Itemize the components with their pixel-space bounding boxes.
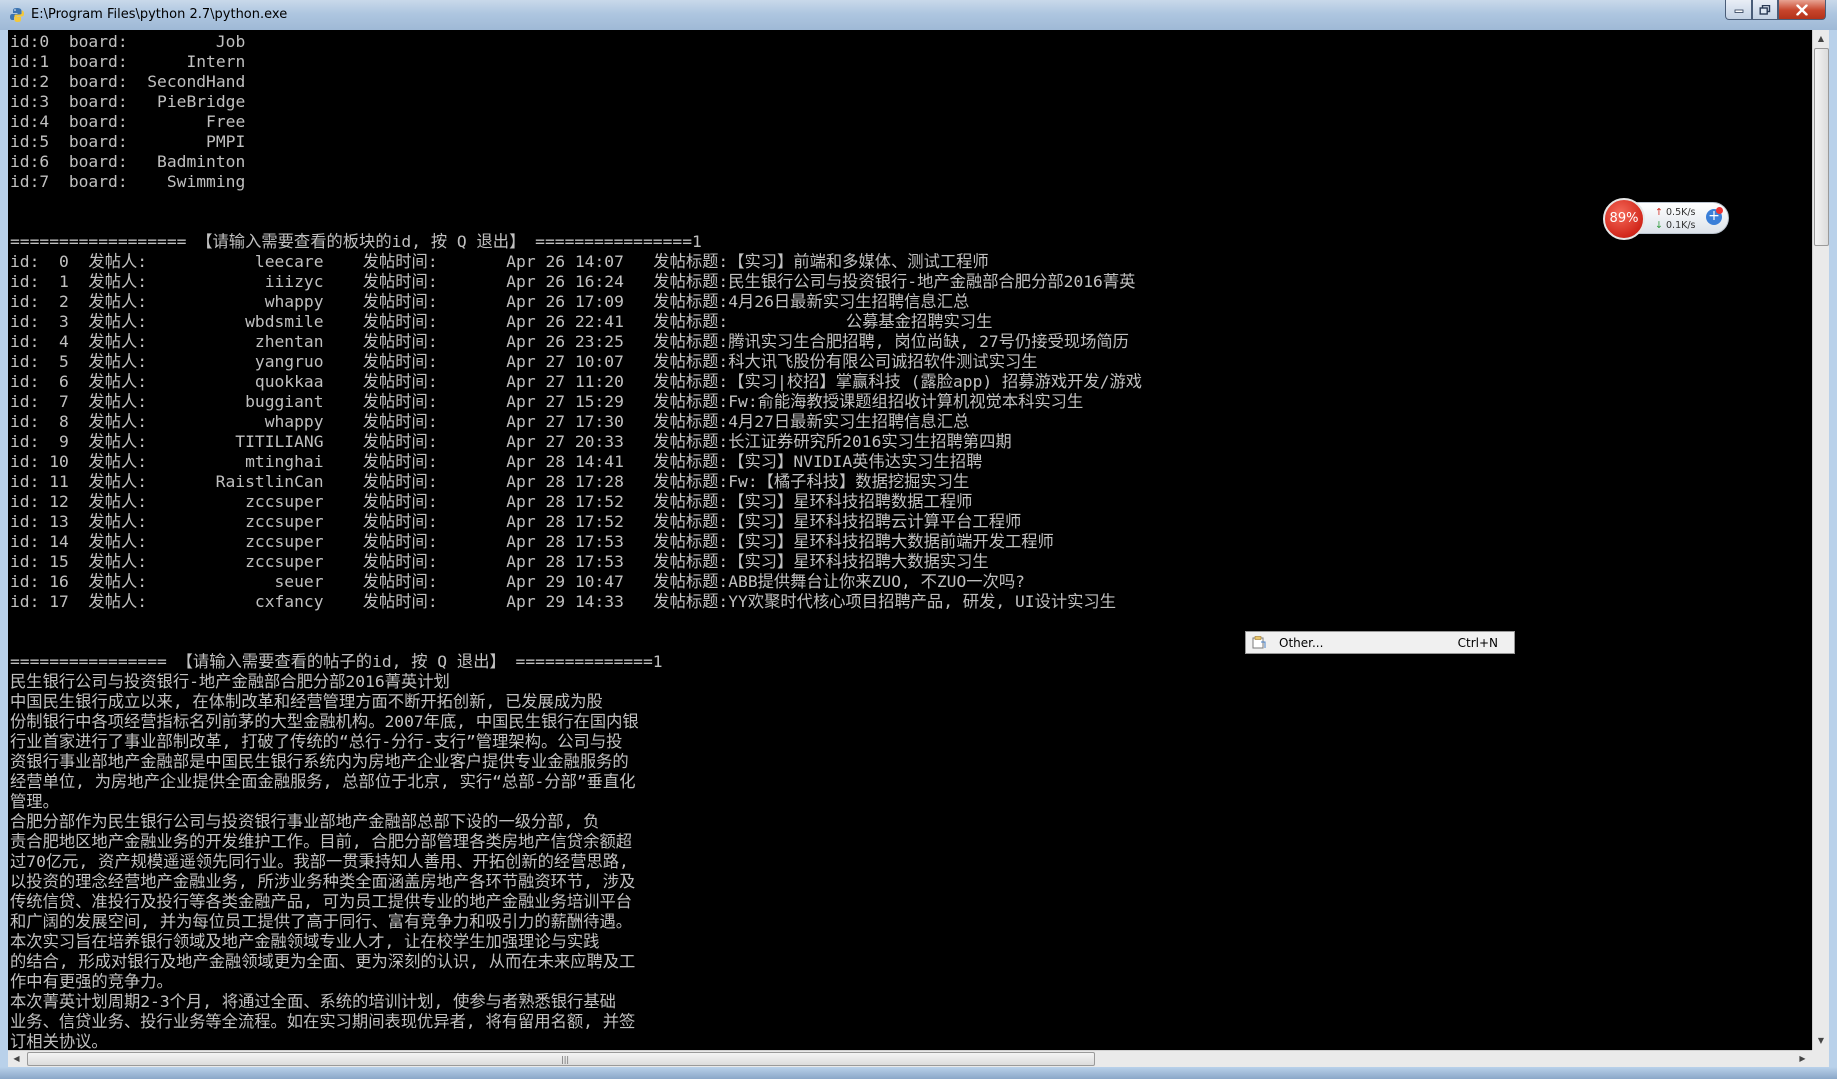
window-title: E:\Program Files\python 2.7\python.exe [31, 7, 288, 22]
console-line: 民生银行公司与投资银行-地产金融部合肥分部2016菁英计划 [10, 672, 450, 691]
console-line: 本次菁英计划周期2-3个月, 将通过全面、系统的培训计划, 使参与者熟悉银行基础 [10, 992, 616, 1011]
window-bottom-frame [0, 1067, 1837, 1079]
menu-item-other[interactable]: Other... [1279, 636, 1323, 650]
console-line: id:5 board: PMPI [10, 132, 246, 151]
console-line: 资银行事业部地产金融部是中国民生银行系统内为房地产企业客户提供专业金融服务的 [10, 752, 629, 771]
menu-item-icon [1252, 636, 1266, 649]
console-line: 订相关协议。 [10, 1032, 108, 1050]
console-line: id: 16 发帖人: seuer 发帖时间: Apr 29 10:47 发帖标… [10, 572, 1025, 591]
console-line: id: 3 发帖人: wbdsmile 发帖时间: Apr 26 22:41 发… [10, 312, 993, 331]
menu-item-shortcut: Ctrl+N [1457, 636, 1498, 650]
console-line: id:1 board: Intern [10, 52, 246, 71]
close-button[interactable] [1778, 0, 1826, 20]
console-line: 经营单位, 为房地产企业提供全面金融服务, 总部位于北京, 实行“总部-分部”垂… [10, 772, 636, 791]
minimize-icon [1734, 9, 1743, 13]
console-line: id: 1 发帖人: iiizyc 发帖时间: Apr 26 16:24 发帖标… [10, 272, 1136, 291]
context-menu[interactable]: Other... Ctrl+N [1245, 631, 1515, 654]
console-line: 业务、信贷业务、投行业务等全流程。如在实习期间表现优异者, 将有留用名额, 并签 [10, 1012, 636, 1031]
console-line: id: 7 发帖人: buggiant 发帖时间: Apr 27 15:29 发… [10, 392, 1084, 411]
close-icon [1796, 4, 1808, 15]
console-window: E:\Program Files\python 2.7\python.exe i… [0, 0, 1837, 1079]
upload-speed: ↑ 0.5K/s [1655, 207, 1696, 218]
console-line: id: 6 发帖人: quokkaa 发帖时间: Apr 27 11:20 发帖… [10, 372, 1143, 391]
console-line: id: 17 发帖人: cxfancy 发帖时间: Apr 29 14:33 发… [10, 592, 1116, 611]
notification-dot [1716, 207, 1723, 214]
console-line: 以投资的理念经营地产金融业务, 所涉业务种类全面涵盖房地产各环节融资环节, 涉及 [10, 872, 636, 891]
console-line: 份制银行中各项经营指标名列前茅的大型金融机构。2007年底, 中国民生银行在国内… [10, 712, 639, 731]
console-line: id: 0 发帖人: leecare 发帖时间: Apr 26 14:07 发帖… [10, 252, 989, 271]
console-line: 中国民生银行成立以来, 在体制改革和经营管理方面不断开拓创新, 已发展成为股 [10, 692, 603, 711]
scroll-down-icon[interactable]: ▼ [1813, 1032, 1829, 1049]
scroll-up-icon[interactable]: ▲ [1813, 30, 1829, 47]
upload-speed-value: 0.5K/s [1666, 207, 1696, 218]
console-line: ================ 【请输入需要查看的帖子的id, 按 Q 退出】… [10, 652, 663, 671]
horizontal-scrollbar[interactable]: ◀ ||| ▶ [8, 1050, 1812, 1067]
console-line: 传统信贷、准投行及投行等各类金融产品, 可为员工提供专业的地产金融业务培训平台 [10, 892, 633, 911]
console-line: id: 4 发帖人: zhentan 发帖时间: Apr 26 23:25 发帖… [10, 332, 1129, 351]
console-line: id: 10 发帖人: mtinghai 发帖时间: Apr 28 14:41 … [10, 452, 983, 471]
console-output[interactable]: id:0 board: Job id:1 board: Intern id:2 bo… [8, 30, 1812, 1050]
console-line: id: 11 发帖人: RaistlinCan 发帖时间: Apr 28 17:… [10, 472, 970, 491]
download-speed: ↓ 0.1K/s [1655, 220, 1696, 231]
console-line: id:0 board: Job [10, 32, 246, 51]
console-line: id: 12 发帖人: zccsuper 发帖时间: Apr 28 17:52 … [10, 492, 973, 511]
network-speed-widget[interactable]: 89% ↑ 0.5K/s ↓ 0.1K/s + [1603, 198, 1729, 242]
upload-arrow-icon: ↑ [1655, 207, 1663, 218]
console-line: id:7 board: Swimming [10, 172, 246, 191]
console-line: id: 14 发帖人: zccsuper 发帖时间: Apr 28 17:53 … [10, 532, 1054, 551]
console-line: 管理。 [10, 792, 59, 811]
usage-percent: 89% [1603, 198, 1645, 240]
console-line: 和广阔的发展空间, 并为每位员工提供了高于同行、富有竞争力和吸引力的薪酬待遇。 [10, 912, 633, 931]
console-line: id:2 board: SecondHand [10, 72, 246, 91]
console-lines: id:0 board: Job id:1 board: Intern id:2 bo… [10, 32, 1142, 1050]
console-line: id: 13 发帖人: zccsuper 发帖时间: Apr 28 17:52 … [10, 512, 1022, 531]
grip-icon: ||| [561, 1055, 570, 1064]
console-line: 合肥分部作为民生银行公司与投资银行事业部地产金融部总部下设的一级分部, 负 [10, 812, 600, 831]
console-line: ================== 【请输入需要查看的板块的id, 按 Q 退… [10, 232, 702, 251]
maximize-icon [1759, 4, 1771, 15]
console-line: id:3 board: PieBridge [10, 92, 246, 111]
console-line: id: 2 发帖人: whappy 发帖时间: Apr 26 17:09 发帖标… [10, 292, 970, 311]
console-line: id: 5 发帖人: yangruo 发帖时间: Apr 27 10:07 发帖… [10, 352, 1038, 371]
minimize-button[interactable] [1725, 0, 1752, 20]
console-line: id:6 board: Badminton [10, 152, 246, 171]
console-line: id: 9 发帖人: TITILIANG 发帖时间: Apr 27 20:33 … [10, 432, 1012, 451]
console-line: id: 15 发帖人: zccsuper 发帖时间: Apr 28 17:53 … [10, 552, 989, 571]
horizontal-scroll-thumb[interactable]: ||| [27, 1052, 1095, 1066]
scroll-left-icon[interactable]: ◀ [8, 1051, 25, 1067]
console-line: id:4 board: Free [10, 112, 246, 131]
python-icon [10, 8, 24, 22]
vertical-scroll-thumb[interactable] [1814, 48, 1829, 246]
scrollbar-corner [1812, 1050, 1829, 1067]
vertical-scrollbar[interactable]: ▲ ▼ [1812, 30, 1829, 1050]
console-line: 作中有更强的竞争力。 [10, 972, 173, 991]
console-line: 行业首家进行了事业部制改革, 打破了传统的“总行-分行-支行”管理架构。公司与投 [10, 732, 623, 751]
scroll-right-icon[interactable]: ▶ [1794, 1051, 1811, 1067]
console-line: 的结合, 形成对银行及地产金融领域更为全面、更为深刻的认识, 从而在未来应聘及工 [10, 952, 636, 971]
title-bar[interactable]: E:\Program Files\python 2.7\python.exe [0, 0, 1837, 30]
console-line: 责合肥地区地产金融业务的开发维护工作。目前, 合肥分部管理各类房地产信贷余额超 [10, 832, 633, 851]
download-arrow-icon: ↓ [1655, 220, 1663, 231]
download-speed-value: 0.1K/s [1666, 220, 1696, 231]
console-line: 本次实习旨在培养银行领域及地产金融领域专业人才, 让在校学生加强理论与实践 [10, 932, 600, 951]
maximize-button[interactable] [1752, 0, 1778, 20]
console-line: 过70亿元, 资产规模遥遥领先同行业。我部一贯秉持知人善用、开拓创新的经营思路, [10, 852, 629, 871]
console-line: id: 8 发帖人: whappy 发帖时间: Apr 27 17:30 发帖标… [10, 412, 970, 431]
